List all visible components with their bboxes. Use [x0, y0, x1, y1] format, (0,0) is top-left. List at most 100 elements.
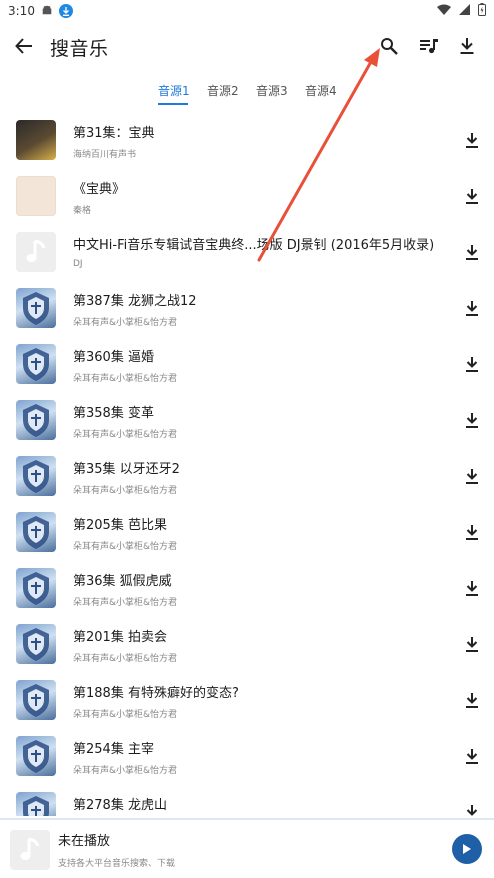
- download-icon: [460, 38, 474, 54]
- result-title: 《宝典》: [73, 182, 126, 197]
- result-row[interactable]: 第278集 龙虎山: [0, 784, 494, 816]
- signal-icon: [459, 4, 470, 18]
- download-icon: [466, 244, 478, 260]
- result-row[interactable]: 第35集 以牙还牙2 朵耳有声&小掌柜&怡方君: [0, 448, 494, 504]
- tab-source-2[interactable]: 音源2: [199, 82, 248, 106]
- result-title: 第35集 以牙还牙2: [73, 462, 180, 477]
- row-download-button[interactable]: [462, 186, 482, 206]
- result-title: 第254集 主宰: [73, 742, 154, 757]
- result-subtitle: 秦格: [73, 206, 92, 216]
- wifi-icon: [437, 4, 451, 18]
- row-download-button[interactable]: [462, 802, 482, 816]
- row-download-button[interactable]: [462, 354, 482, 374]
- row-download-button[interactable]: [462, 466, 482, 486]
- cover-art: [16, 680, 56, 720]
- play-icon: [463, 844, 471, 854]
- result-row[interactable]: 第188集 有特殊癖好的变态? 朵耳有声&小掌柜&怡方君: [0, 672, 494, 728]
- result-subtitle: 海纳百川有声书: [73, 150, 137, 160]
- cover-art: [16, 176, 56, 216]
- download-icon: [466, 636, 478, 652]
- player-cover: [10, 830, 50, 870]
- result-row[interactable]: 第36集 狐假虎威朵耳有声&小掌柜&怡方君: [0, 560, 494, 616]
- cover-art: [16, 288, 56, 328]
- cover-art: [16, 624, 56, 664]
- download-icon: [466, 524, 478, 540]
- result-subtitle: 朵耳有声&小掌柜&怡方君: [73, 486, 178, 496]
- result-subtitle: 朵耳有声&小掌柜&怡方君: [73, 374, 178, 384]
- cover-art: [16, 736, 56, 776]
- row-download-button[interactable]: [462, 578, 482, 598]
- result-title: 第358集 变革: [73, 406, 154, 421]
- result-row[interactable]: 第201集 拍卖会朵耳有声&小掌柜&怡方君: [0, 616, 494, 672]
- result-title: 第205集 芭比果: [73, 518, 167, 533]
- playlist-button[interactable]: [417, 34, 441, 58]
- status-time: 3:10: [8, 4, 35, 18]
- result-subtitle: 朵耳有声&小掌柜&怡方君: [73, 598, 178, 608]
- results-list[interactable]: 第31集：宝典海纳百川有声书《宝典》秦格中文Hi-Fi音乐专辑试音宝典终...场…: [0, 112, 494, 816]
- download-icon: [466, 692, 478, 708]
- download-icon: [466, 356, 478, 372]
- cover-art: [16, 568, 56, 608]
- result-subtitle: 朵耳有声&小掌柜&怡方君: [73, 430, 178, 440]
- row-download-button[interactable]: [462, 522, 482, 542]
- download-notification-icon: [58, 4, 73, 18]
- result-subtitle: 朵耳有声&小掌柜&怡方君: [73, 654, 178, 664]
- search-button[interactable]: [377, 34, 401, 58]
- tab-source-3[interactable]: 音源3: [248, 82, 297, 106]
- status-bar: 3:10: [0, 0, 494, 22]
- download-icon: [466, 132, 478, 148]
- result-row[interactable]: 《宝典》 秦格: [0, 168, 494, 224]
- row-download-button[interactable]: [462, 242, 482, 262]
- cover-art: [16, 400, 56, 440]
- result-row[interactable]: 第205集 芭比果朵耳有声&小掌柜&怡方君: [0, 504, 494, 560]
- result-title: 中文Hi-Fi音乐专辑试音宝典终...场版 DJ景钊 (2016年5月收录): [73, 238, 435, 253]
- result-subtitle: 朵耳有声&小掌柜&怡方君: [73, 542, 178, 552]
- result-title: 第278集 龙虎山: [73, 798, 167, 813]
- result-title: 第31集：宝典: [73, 126, 155, 141]
- cover-art: [16, 120, 56, 160]
- cover-art: [16, 456, 56, 496]
- source-tabs: 音源1 音源2 音源3 音源4: [150, 82, 346, 106]
- row-download-button[interactable]: [462, 130, 482, 150]
- result-subtitle: 朵耳有声&小掌柜&怡方君: [73, 766, 178, 776]
- result-subtitle: 朵耳有声&小掌柜&怡方君: [73, 318, 178, 328]
- back-button[interactable]: [12, 34, 36, 58]
- row-download-button[interactable]: [462, 410, 482, 430]
- download-icon: [466, 412, 478, 428]
- result-row[interactable]: 中文Hi-Fi音乐专辑试音宝典终...场版 DJ景钊 (2016年5月收录) DJ: [0, 224, 494, 280]
- back-arrow-icon: [15, 38, 32, 54]
- mini-player[interactable]: 未在播放 支持各大平台音乐搜索、下载: [0, 818, 494, 878]
- result-title: 第188集 有特殊癖好的变态?: [73, 686, 239, 701]
- tab-source-4[interactable]: 音源4: [297, 82, 346, 106]
- result-row[interactable]: 第31集：宝典海纳百川有声书: [0, 112, 494, 168]
- download-icon: [466, 748, 478, 764]
- tab-source-1[interactable]: 音源1: [150, 82, 199, 106]
- result-row[interactable]: 第254集 主宰朵耳有声&小掌柜&怡方君: [0, 728, 494, 784]
- row-download-button[interactable]: [462, 690, 482, 710]
- result-row[interactable]: 第358集 变革朵耳有声&小掌柜&怡方君: [0, 392, 494, 448]
- download-icon: [466, 188, 478, 204]
- music-note-icon: [20, 837, 40, 860]
- result-title: 第201集 拍卖会: [73, 630, 167, 645]
- cover-art: [16, 512, 56, 552]
- result-row[interactable]: 第360集 逼婚朵耳有声&小掌柜&怡方君: [0, 336, 494, 392]
- page-title: 搜音乐: [50, 38, 109, 60]
- search-icon: [381, 38, 398, 55]
- battery-icon: [478, 3, 486, 19]
- downloads-button[interactable]: [455, 34, 479, 58]
- row-download-button[interactable]: [462, 746, 482, 766]
- result-title: 第36集 狐假虎威: [73, 574, 172, 589]
- android-icon: [41, 4, 53, 19]
- row-download-button[interactable]: [462, 298, 482, 318]
- row-download-button[interactable]: [462, 634, 482, 654]
- player-title: 未在播放: [58, 834, 111, 849]
- player-subtitle: 支持各大平台音乐搜索、下载: [58, 859, 176, 869]
- play-button[interactable]: [452, 834, 482, 864]
- result-row[interactable]: 第387集 龙狮之战12 朵耳有声&小掌柜&怡方君: [0, 280, 494, 336]
- result-subtitle: 朵耳有声&小掌柜&怡方君: [73, 710, 178, 720]
- result-title: 第387集 龙狮之战12: [73, 294, 197, 309]
- cover-art: [16, 792, 56, 816]
- result-title: 第360集 逼婚: [73, 350, 154, 365]
- download-icon: [466, 468, 478, 484]
- cover-art: [16, 232, 56, 272]
